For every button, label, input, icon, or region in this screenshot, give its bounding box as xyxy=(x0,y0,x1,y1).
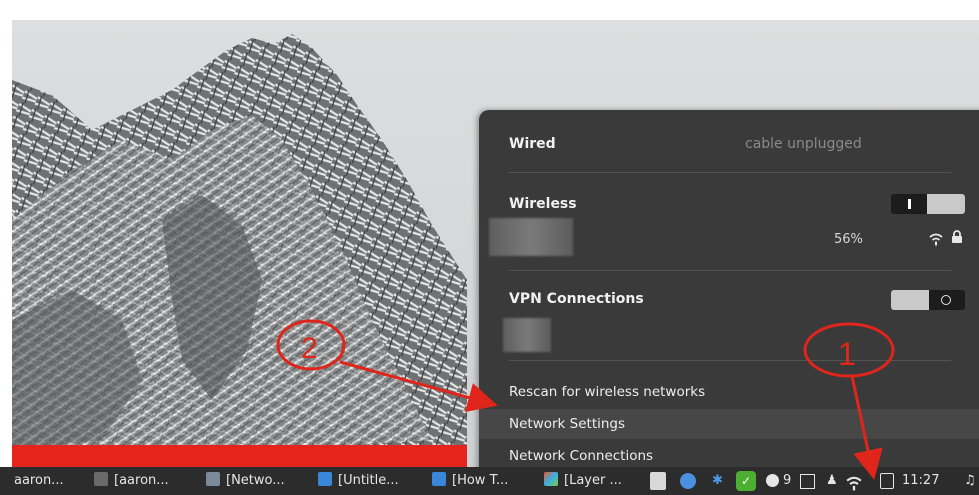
image-editor-icon xyxy=(544,472,558,486)
document-icon xyxy=(432,472,446,486)
toggle-off-side xyxy=(929,290,965,310)
task-label: [How T... xyxy=(452,473,509,488)
network-settings-menu-item[interactable]: Network Settings xyxy=(479,409,979,439)
wireless-signal-strength: 56% xyxy=(834,232,863,247)
clock[interactable]: 11:27 xyxy=(902,472,939,490)
rescan-menu-item[interactable]: Rescan for wireless networks xyxy=(479,377,979,407)
music-note-icon[interactable]: ♫ xyxy=(964,472,976,490)
task-label: [Untitle... xyxy=(338,473,399,488)
taskbar: aaron... [aaron... [Netwo... [Untitle...… xyxy=(0,467,979,495)
shield-tray-icon[interactable] xyxy=(680,473,696,489)
task-untitled-document[interactable]: [Untitle... xyxy=(318,470,399,492)
user-icon[interactable]: ♟ xyxy=(826,472,838,490)
task-terminal-1[interactable]: aaron... xyxy=(14,470,64,492)
update-check-icon[interactable]: ✓ xyxy=(736,471,756,491)
battery-icon[interactable] xyxy=(880,473,894,489)
wireless-title: Wireless xyxy=(509,196,577,212)
separator xyxy=(509,270,951,271)
task-label: [Layer ... xyxy=(564,473,622,488)
task-label: aaron... xyxy=(14,473,64,488)
notification-icon[interactable] xyxy=(766,474,779,487)
wifi-tray-icon[interactable] xyxy=(846,474,862,492)
notification-count: 9 xyxy=(783,473,792,488)
vpn-title: VPN Connections xyxy=(509,291,644,307)
separator xyxy=(509,360,951,361)
network-connections-menu-item[interactable]: Network Connections xyxy=(479,441,979,467)
wireless-network-name-blurred[interactable] xyxy=(489,218,573,256)
wireless-toggle[interactable] xyxy=(891,194,965,214)
clipboard-icon[interactable] xyxy=(800,474,815,489)
separator xyxy=(509,172,951,173)
vpn-connection-blurred[interactable] xyxy=(503,318,551,352)
task-label: [Netwo... xyxy=(226,473,285,488)
toggle-off-mark xyxy=(941,295,951,305)
network-popup: Wired cable unplugged Wireless 56% VPN C… xyxy=(479,110,979,467)
task-terminal-2[interactable]: [aaron... xyxy=(94,470,169,492)
desktop: Wired cable unplugged Wireless 56% VPN C… xyxy=(12,20,979,467)
network-app-icon xyxy=(206,472,220,486)
toggle-knob xyxy=(891,290,929,310)
task-label: [aaron... xyxy=(114,473,169,488)
wired-title: Wired xyxy=(509,136,556,152)
vpn-toggle[interactable] xyxy=(891,290,965,310)
chat-tray-icon[interactable] xyxy=(650,472,666,490)
task-network[interactable]: [Netwo... xyxy=(206,470,285,492)
red-banner xyxy=(12,445,467,467)
toggle-knob xyxy=(927,194,965,214)
wired-status: cable unplugged xyxy=(745,136,862,152)
bluetooth-icon[interactable]: ✱ xyxy=(712,472,723,490)
toggle-on-side xyxy=(891,194,927,214)
wifi-signal-icon xyxy=(929,233,943,246)
lock-icon xyxy=(952,230,962,243)
task-how-to-document[interactable]: [How T... xyxy=(432,470,508,492)
document-icon xyxy=(318,472,332,486)
terminal-icon xyxy=(94,472,108,486)
task-image-editor[interactable]: [Layer ... xyxy=(544,470,622,492)
toggle-on-mark xyxy=(908,199,911,209)
screenshot-frame: Wired cable unplugged Wireless 56% VPN C… xyxy=(0,0,979,495)
